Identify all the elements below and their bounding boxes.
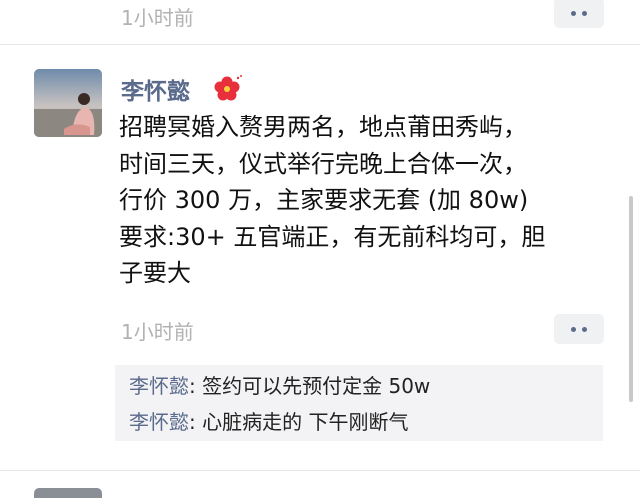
post-timestamp: 1小时前	[121, 320, 194, 344]
comment-author[interactable]: 李怀懿	[129, 410, 189, 434]
previous-post-timestamp: 1小时前	[121, 6, 194, 30]
post-more-button[interactable]	[554, 314, 604, 344]
comment-text: 签约可以先预付定金 50w	[202, 374, 431, 398]
comment-text: 心脏病走的 下午刚断气	[202, 410, 409, 434]
more-dot-icon	[571, 326, 576, 332]
author-name[interactable]: 李怀懿	[121, 72, 190, 106]
previous-post-more-button[interactable]	[554, 0, 604, 28]
more-dot-icon	[582, 10, 587, 16]
post-body-line: 子要大	[119, 259, 191, 287]
comment[interactable]: 李怀懿: 签约可以先预付定金 50w	[129, 370, 430, 399]
post-body-line: 要求:30+ 五官端正，有无前科均可，胆	[119, 222, 546, 251]
more-dot-icon	[582, 326, 587, 332]
comment[interactable]: 李怀懿: 心脏病走的 下午刚断气	[129, 406, 408, 435]
scrollbar[interactable]	[629, 196, 633, 402]
red-flower-icon	[214, 75, 242, 101]
comment-separator: :	[189, 410, 203, 434]
comments-section: 李怀懿: 签约可以先预付定金 50w 李怀懿: 心脏病走的 下午刚断气	[115, 365, 603, 441]
avatar-photo	[34, 69, 102, 137]
next-post	[0, 471, 640, 498]
comment-separator: :	[189, 374, 203, 398]
post-body: 招聘冥婚入赘男两名，地点莆田秀屿， 时间三天，仪式举行完晚上合体一次， 行价 3…	[119, 109, 619, 292]
moment-post: 李怀懿 招聘冥婚入赘男两名，地点莆田秀屿， 时间三天，仪式举行完晚上合体一次， …	[0, 45, 640, 470]
post-body-line: 招聘冥婚入赘男两名，地点莆田秀屿，	[119, 113, 527, 141]
more-dot-icon	[571, 10, 576, 16]
comment-author[interactable]: 李怀懿	[129, 374, 189, 398]
next-post-avatar[interactable]	[34, 488, 102, 498]
post-body-line: 行价 300 万，主家要求无套 (加 80w)	[119, 186, 529, 214]
post-body-line: 时间三天，仪式举行完晚上合体一次，	[119, 149, 527, 178]
previous-post: 1小时前	[0, 0, 640, 45]
author-avatar[interactable]	[34, 69, 102, 137]
